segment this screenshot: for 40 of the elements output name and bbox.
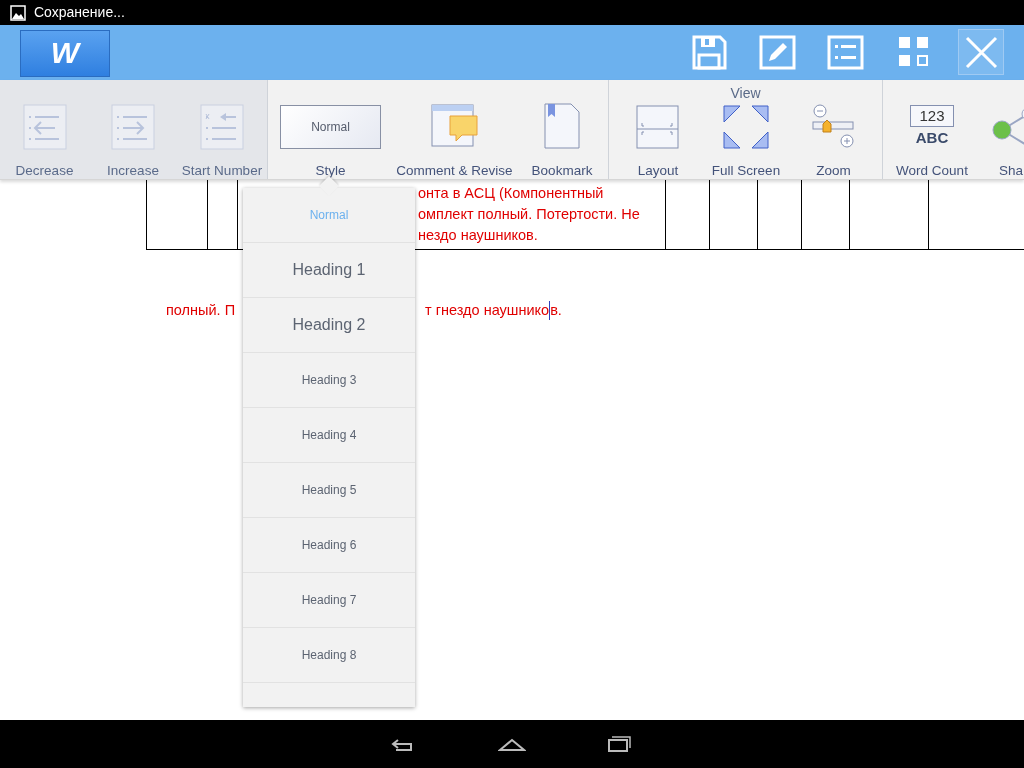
style-option[interactable]: Heading 8 — [243, 628, 415, 683]
text-cursor — [549, 301, 551, 320]
list-icon — [826, 33, 864, 71]
comment-icon — [430, 104, 479, 150]
comment-tool[interactable]: Comment & Revise — [393, 102, 516, 179]
fullscreen-icon — [722, 104, 770, 150]
group-title: View — [729, 84, 762, 102]
table-text: омплект полный. Потертости. Не — [418, 205, 641, 224]
style-tool[interactable]: Normal Style — [268, 102, 393, 179]
paragraph-text: полный. П — [166, 301, 236, 320]
bookmark-icon — [542, 102, 582, 152]
layout-icon — [636, 105, 680, 149]
style-option[interactable]: Heading 6 — [243, 518, 415, 573]
table-text: нездо наушников. — [418, 226, 539, 245]
image-icon — [10, 4, 26, 21]
edit-icon — [758, 33, 796, 71]
close-button[interactable] — [958, 29, 1004, 75]
share-tool[interactable]: Sha — [981, 102, 1024, 179]
layout-tool[interactable]: Layout — [609, 102, 707, 179]
paragraph-text: в. — [550, 301, 562, 320]
style-option[interactable]: Heading 3 — [243, 353, 415, 408]
zoom-tool[interactable]: Zoom — [785, 102, 882, 179]
style-option[interactable]: Heading 4 — [243, 408, 415, 463]
style-option[interactable]: Heading 7 — [243, 573, 415, 628]
style-option[interactable]: Heading 5 — [243, 463, 415, 518]
bookmark-tool[interactable]: Bookmark — [516, 102, 608, 179]
paragraph-text: т гнездо наушнико — [425, 301, 550, 320]
zoom-icon — [810, 104, 857, 150]
style-option[interactable]: Heading 2 — [243, 298, 415, 353]
increase-icon — [111, 104, 155, 150]
style-preview[interactable]: Normal — [280, 105, 381, 149]
save-icon — [690, 33, 728, 71]
wordcount-tool[interactable]: 123 ABC Word Count — [883, 102, 981, 179]
app-logo[interactable]: W — [20, 30, 110, 77]
notification-text: Сохранение... — [34, 3, 125, 22]
decrease-icon — [22, 104, 67, 150]
style-option[interactable]: Heading 1 — [243, 243, 415, 298]
table-text: онта в АСЦ (Компонентный — [418, 184, 605, 203]
start-number-icon — [200, 104, 244, 150]
fullscreen-tool[interactable]: Full Screen — [707, 102, 785, 179]
